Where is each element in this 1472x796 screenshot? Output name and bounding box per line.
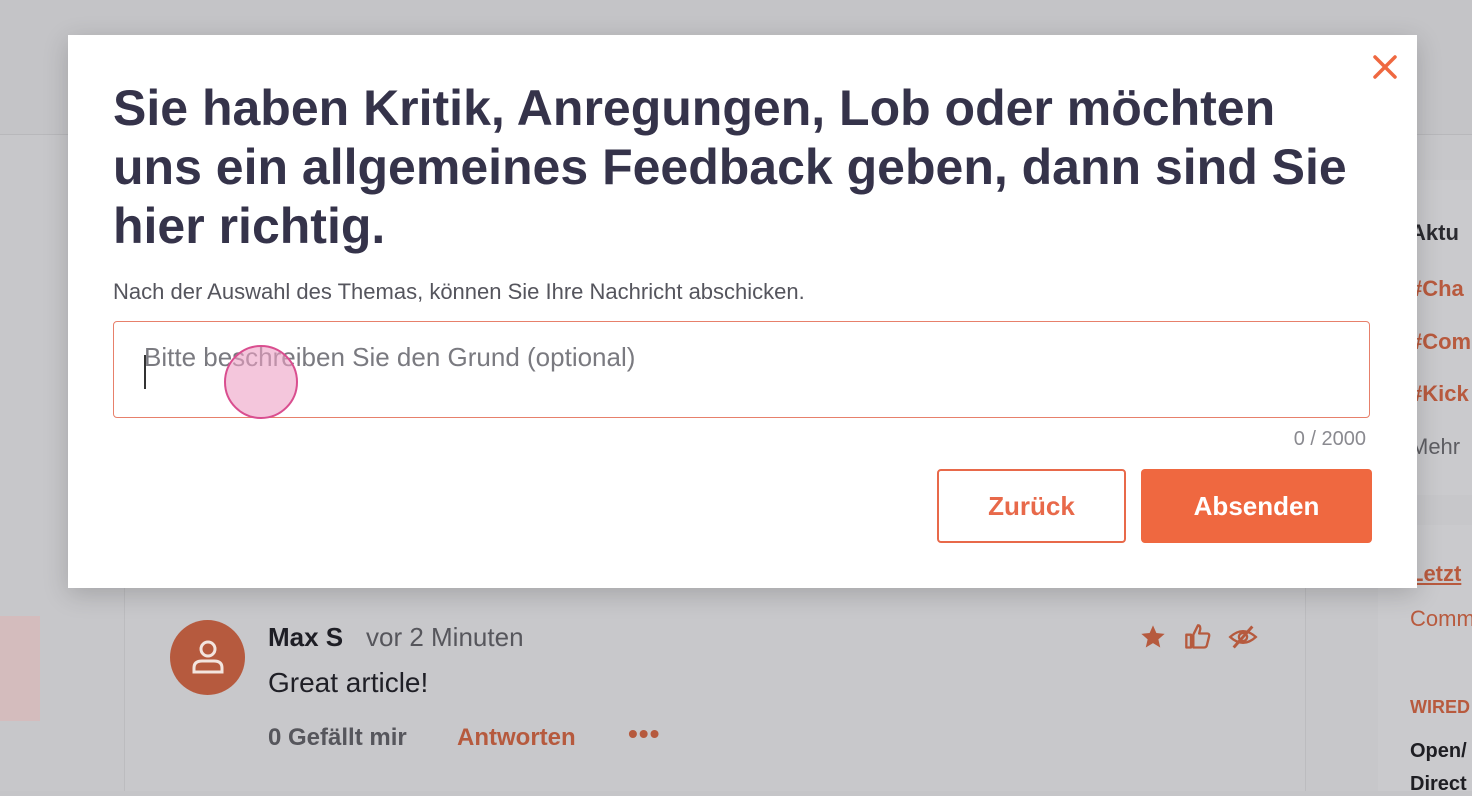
- sidebar-tag[interactable]: #Com: [1410, 329, 1471, 355]
- avatar[interactable]: [170, 620, 245, 695]
- comment-author[interactable]: Max S: [268, 622, 343, 653]
- left-accent-block: [0, 616, 40, 721]
- sidebar-more-link[interactable]: Mehr: [1410, 434, 1460, 460]
- star-icon[interactable]: [1138, 623, 1168, 651]
- close-icon[interactable]: [1370, 52, 1400, 82]
- comment-text: Great article!: [268, 667, 429, 698]
- feedback-textarea[interactable]: [144, 342, 1334, 398]
- article-title-line2[interactable]: Direct: [1410, 773, 1467, 796]
- hide-icon[interactable]: [1228, 623, 1258, 651]
- latest-subheading[interactable]: Comm: [1410, 606, 1472, 632]
- feedback-textarea-container[interactable]: [113, 321, 1370, 418]
- feedback-modal: Sie haben Kritik, Anregungen, Lob oder m…: [68, 35, 1417, 588]
- character-counter: 0 / 2000: [1293, 428, 1366, 450]
- send-button[interactable]: Absenden: [1141, 469, 1372, 543]
- thumbs-up-icon[interactable]: [1183, 623, 1213, 651]
- more-options-button[interactable]: •••: [628, 718, 660, 750]
- article-category[interactable]: WIRED: [1410, 697, 1470, 718]
- sidebar-heading: Aktu: [1410, 220, 1459, 245]
- back-button[interactable]: Zurück: [937, 469, 1126, 543]
- latest-heading: Letzt: [1410, 561, 1462, 586]
- user-icon: [192, 640, 224, 674]
- comment-time: vor 2 Minuten: [366, 622, 524, 652]
- modal-subtitle: Nach der Auswahl des Themas, können Sie …: [113, 279, 805, 304]
- sidebar-tag[interactable]: #Cha: [1410, 276, 1464, 302]
- comment-likes[interactable]: 0 Gefällt mir: [268, 724, 407, 752]
- article-title-line1[interactable]: Open/: [1410, 740, 1467, 763]
- reply-button[interactable]: Antworten: [457, 724, 576, 752]
- text-cursor: [144, 355, 146, 389]
- modal-title: Sie haben Kritik, Anregungen, Lob oder m…: [113, 80, 1347, 254]
- sidebar-tag[interactable]: #Kick: [1410, 381, 1469, 407]
